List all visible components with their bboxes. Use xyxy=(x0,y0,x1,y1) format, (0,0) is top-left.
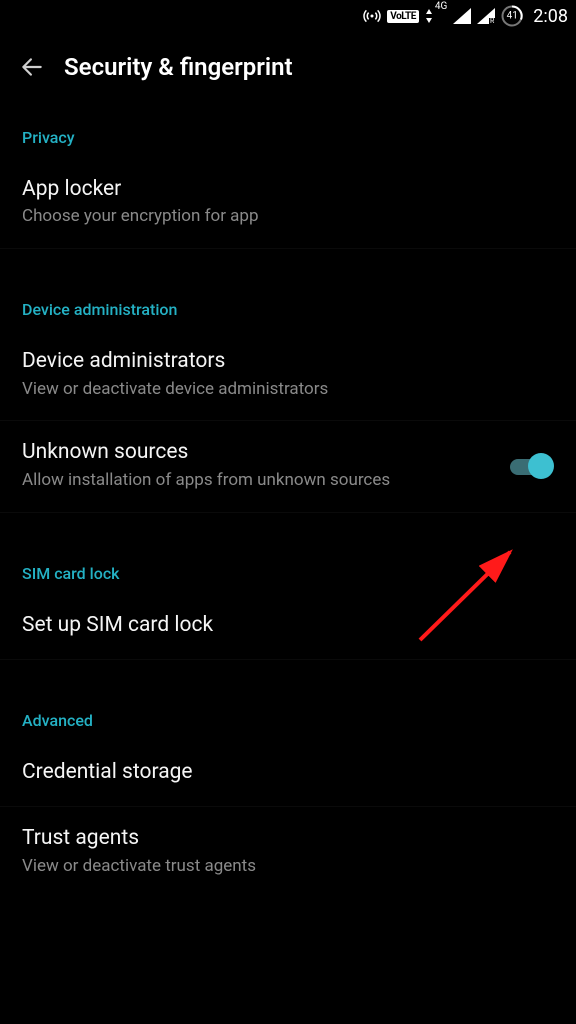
section-header-device-admin: Device administration xyxy=(0,274,576,329)
item-title: App locker xyxy=(22,176,554,203)
back-button[interactable] xyxy=(12,47,52,87)
item-subtitle: View or deactivate device administrators xyxy=(22,378,554,401)
section-header-privacy: Privacy xyxy=(0,102,576,157)
section-divider xyxy=(0,659,576,685)
arrow-left-icon xyxy=(19,54,45,80)
item-subtitle: Choose your encryption for app xyxy=(22,205,554,228)
battery-text: 41 xyxy=(507,11,518,22)
volte-icon: VoLTE xyxy=(387,10,419,23)
item-device-administrators[interactable]: Device administrators View or deactivate… xyxy=(0,329,576,420)
item-sim-card-lock[interactable]: Set up SIM card lock xyxy=(0,593,576,659)
status-clock: 2:08 xyxy=(533,6,568,27)
hotspot-icon xyxy=(363,7,381,25)
item-subtitle: View or deactivate trust agents xyxy=(22,855,554,878)
page-title: Security & fingerprint xyxy=(64,53,293,81)
item-title: Set up SIM card lock xyxy=(22,612,554,639)
signal-2-icon: R xyxy=(477,8,495,24)
item-subtitle: Allow installation of apps from unknown … xyxy=(22,469,492,492)
settings-list: Privacy App locker Choose your encryptio… xyxy=(0,102,576,1024)
item-title: Trust agents xyxy=(22,825,554,852)
section-divider xyxy=(0,512,576,538)
item-app-locker[interactable]: App locker Choose your encryption for ap… xyxy=(0,157,576,248)
signal-1-icon xyxy=(453,8,471,24)
toggle-thumb xyxy=(528,453,554,479)
section-header-sim-lock: SIM card lock xyxy=(0,538,576,593)
item-credential-storage[interactable]: Credential storage xyxy=(0,740,576,806)
signal-2-sublabel: R xyxy=(489,18,495,25)
section-header-advanced: Advanced xyxy=(0,685,576,740)
data-arrows-icon xyxy=(425,9,433,23)
battery-icon: 41 xyxy=(501,5,523,27)
item-unknown-sources[interactable]: Unknown sources Allow installation of ap… xyxy=(0,420,576,511)
status-bar: VoLTE 4G R 41 2:08 xyxy=(0,0,576,32)
section-divider xyxy=(0,248,576,274)
app-bar: Security & fingerprint xyxy=(0,32,576,102)
network-type-label: 4G xyxy=(435,2,447,12)
item-title: Device administrators xyxy=(22,348,554,375)
unknown-sources-toggle[interactable] xyxy=(508,452,554,480)
item-title: Credential storage xyxy=(22,759,554,786)
item-title: Unknown sources xyxy=(22,439,492,466)
item-trust-agents[interactable]: Trust agents View or deactivate trust ag… xyxy=(0,806,576,897)
